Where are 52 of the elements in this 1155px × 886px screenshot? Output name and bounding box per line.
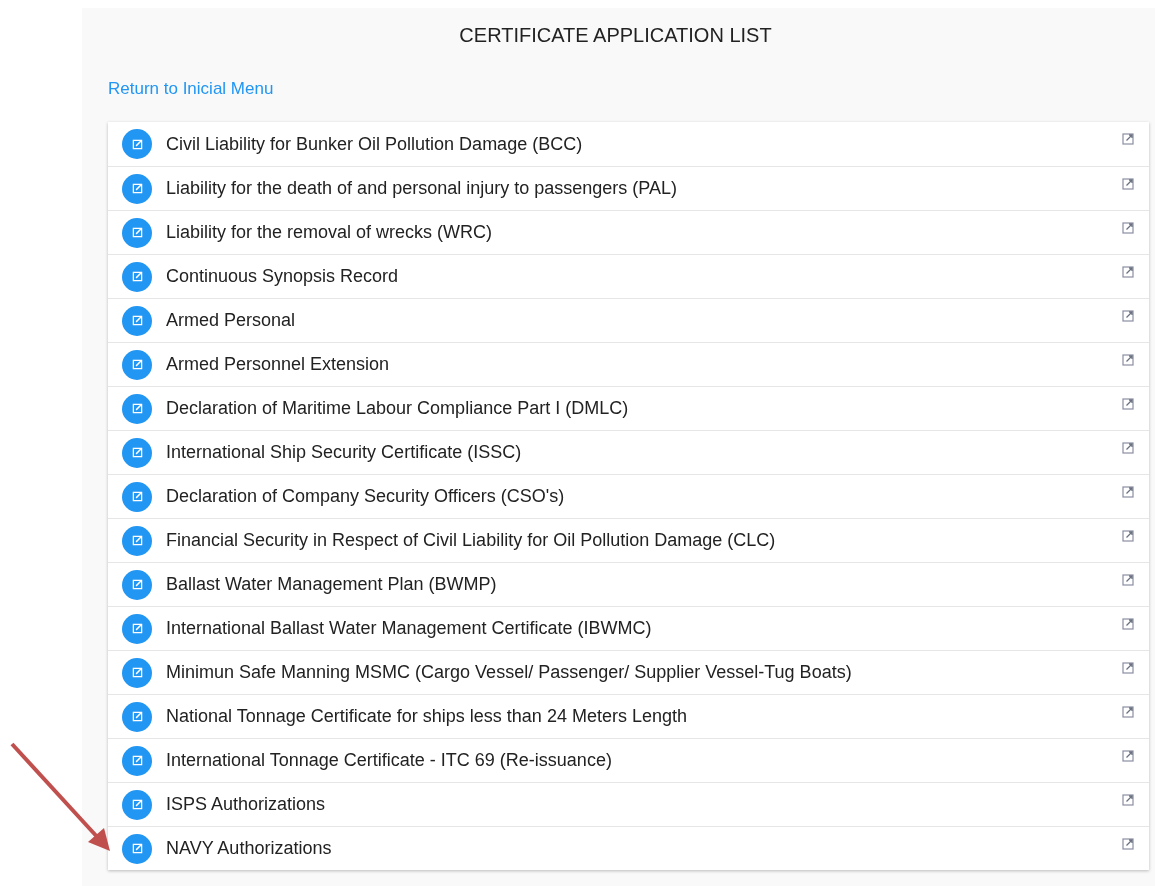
certificate-row[interactable]: Minimun Safe Manning MSMC (Cargo Vessel/ Passenger/ Supplier Vessel-Tug Boats) bbox=[108, 650, 1149, 694]
certificate-row[interactable]: Civil Liability for Bunker Oil Pollution Damage (BCC) bbox=[108, 122, 1149, 166]
external-link-icon bbox=[1122, 794, 1134, 806]
certificate-row[interactable]: Financial Security in Respect of Civil Liability for Oil Pollution Damage (CLC) bbox=[108, 518, 1149, 562]
certificate-row[interactable]: Armed Personal bbox=[108, 298, 1149, 342]
external-link-icon bbox=[1122, 486, 1134, 498]
external-link-icon bbox=[1122, 442, 1134, 454]
external-link-icon bbox=[1122, 662, 1134, 674]
edit-icon bbox=[122, 657, 152, 688]
external-link-icon bbox=[1122, 266, 1134, 278]
certificate-row[interactable]: National Tonnage Certificate for ships less than 24 Meters Length bbox=[108, 694, 1149, 738]
edit-icon bbox=[122, 833, 152, 864]
certificate-row[interactable]: International Ship Security Certificate (ISSC) bbox=[108, 430, 1149, 474]
edit-icon bbox=[122, 217, 152, 248]
external-link-icon bbox=[1122, 222, 1134, 234]
external-link-icon bbox=[1122, 178, 1134, 190]
certificate-row[interactable]: Declaration of Maritime Labour Compliance Part I (DMLC) bbox=[108, 386, 1149, 430]
certificate-row[interactable]: Liability for the death of and personal injury to passengers (PAL) bbox=[108, 166, 1149, 210]
edit-icon bbox=[122, 745, 152, 776]
certificate-row[interactable]: International Ballast Water Management Certificate (IBWMC) bbox=[108, 606, 1149, 650]
certificate-row[interactable]: Declaration of Company Security Officers (CSO's) bbox=[108, 474, 1149, 518]
edit-icon bbox=[122, 701, 152, 732]
external-link-icon bbox=[1122, 574, 1134, 586]
external-link-icon bbox=[1122, 133, 1134, 145]
edit-icon bbox=[122, 261, 152, 292]
certificate-row[interactable]: Continuous Synopsis Record bbox=[108, 254, 1149, 298]
edit-icon bbox=[122, 305, 152, 336]
edit-icon bbox=[122, 525, 152, 556]
external-link-icon bbox=[1122, 530, 1134, 542]
edit-icon bbox=[122, 129, 152, 159]
edit-icon bbox=[122, 393, 152, 424]
certificate-row[interactable]: ISPS Authorizations bbox=[108, 782, 1149, 826]
edit-icon bbox=[122, 613, 152, 644]
external-link-icon bbox=[1122, 398, 1134, 410]
external-link-icon bbox=[1122, 354, 1134, 366]
external-link-icon bbox=[1122, 750, 1134, 762]
edit-icon bbox=[122, 437, 152, 468]
external-link-icon bbox=[1122, 618, 1134, 630]
edit-icon bbox=[122, 481, 152, 512]
certificate-row[interactable]: Ballast Water Management Plan (BWMP) bbox=[108, 562, 1149, 606]
page-title: CERTIFICATE APPLICATION LIST bbox=[458, 23, 773, 48]
certificate-row[interactable]: Liability for the removal of wrecks (WRC) bbox=[108, 210, 1149, 254]
edit-icon bbox=[122, 173, 152, 204]
edit-icon bbox=[122, 789, 152, 820]
certificate-row[interactable]: NAVY Authorizations bbox=[108, 826, 1149, 870]
external-link-icon bbox=[1122, 310, 1134, 322]
external-link-icon bbox=[1122, 706, 1134, 718]
edit-icon bbox=[122, 349, 152, 380]
certificate-row[interactable]: Armed Personnel Extension bbox=[108, 342, 1149, 386]
edit-icon bbox=[122, 569, 152, 600]
certificate-row[interactable]: International Tonnage Certificate - ITC 69 (Re-issuance) bbox=[108, 738, 1149, 782]
external-link-icon bbox=[1122, 838, 1134, 850]
